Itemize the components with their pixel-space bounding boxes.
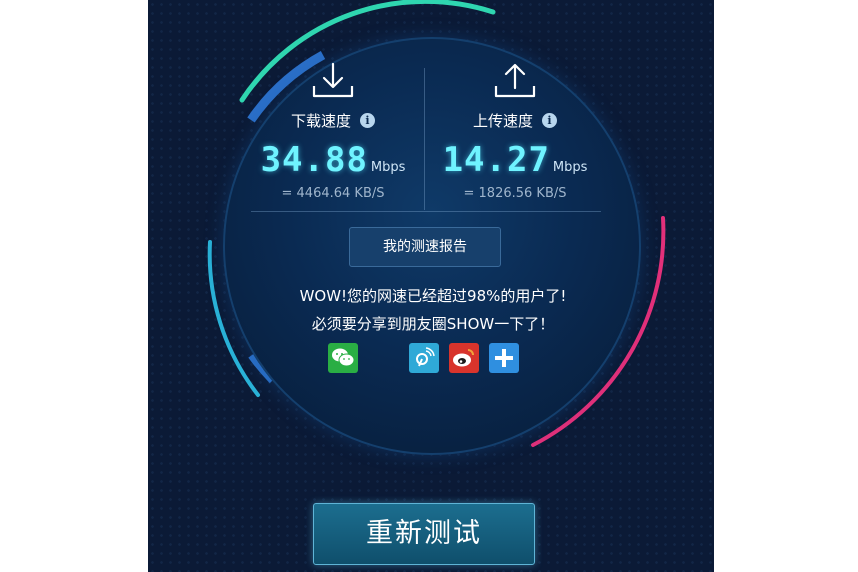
download-section: 下载速度 i 34.88 Mbps = 4464.64 KB/S [238, 58, 428, 201]
wechat-icon[interactable] [328, 343, 358, 373]
info-icon[interactable]: i [542, 113, 557, 128]
upload-kbs: = 1826.56 KB/S [463, 186, 567, 201]
sina-weibo-icon[interactable] [449, 343, 479, 373]
upload-arrow-icon [494, 63, 536, 98]
tencent-weibo-icon[interactable] [409, 343, 439, 373]
upload-speed-unit: Mbps [552, 160, 588, 175]
info-icon[interactable]: i [360, 113, 375, 128]
download-label: 下载速度 [290, 112, 351, 130]
download-kbs: = 4464.64 KB/S [281, 186, 385, 201]
upload-label: 上传速度 [472, 112, 533, 130]
download-speed-value: 34.88 [260, 140, 368, 180]
horizontal-divider [251, 211, 601, 212]
retest-button[interactable]: 重新测试 [313, 503, 535, 565]
download-speed-unit: Mbps [370, 160, 406, 175]
speed-test-panel: 下载速度 i 34.88 Mbps = 4464.64 KB/S 上传速度 i … [148, 0, 714, 572]
result-message: WOW!您的网速已经超过98%的用户了! [299, 287, 567, 305]
speed-report-button[interactable]: 我的测速报告 [349, 227, 501, 267]
download-arrow-icon [312, 62, 354, 98]
more-share-icon[interactable] [489, 343, 519, 373]
upload-section: 上传速度 i 14.27 Mbps = 1826.56 KB/S [420, 58, 610, 201]
share-prompt: 必须要分享到朋友圈SHOW一下了！ [311, 315, 555, 333]
upload-speed-value: 14.27 [442, 140, 550, 180]
